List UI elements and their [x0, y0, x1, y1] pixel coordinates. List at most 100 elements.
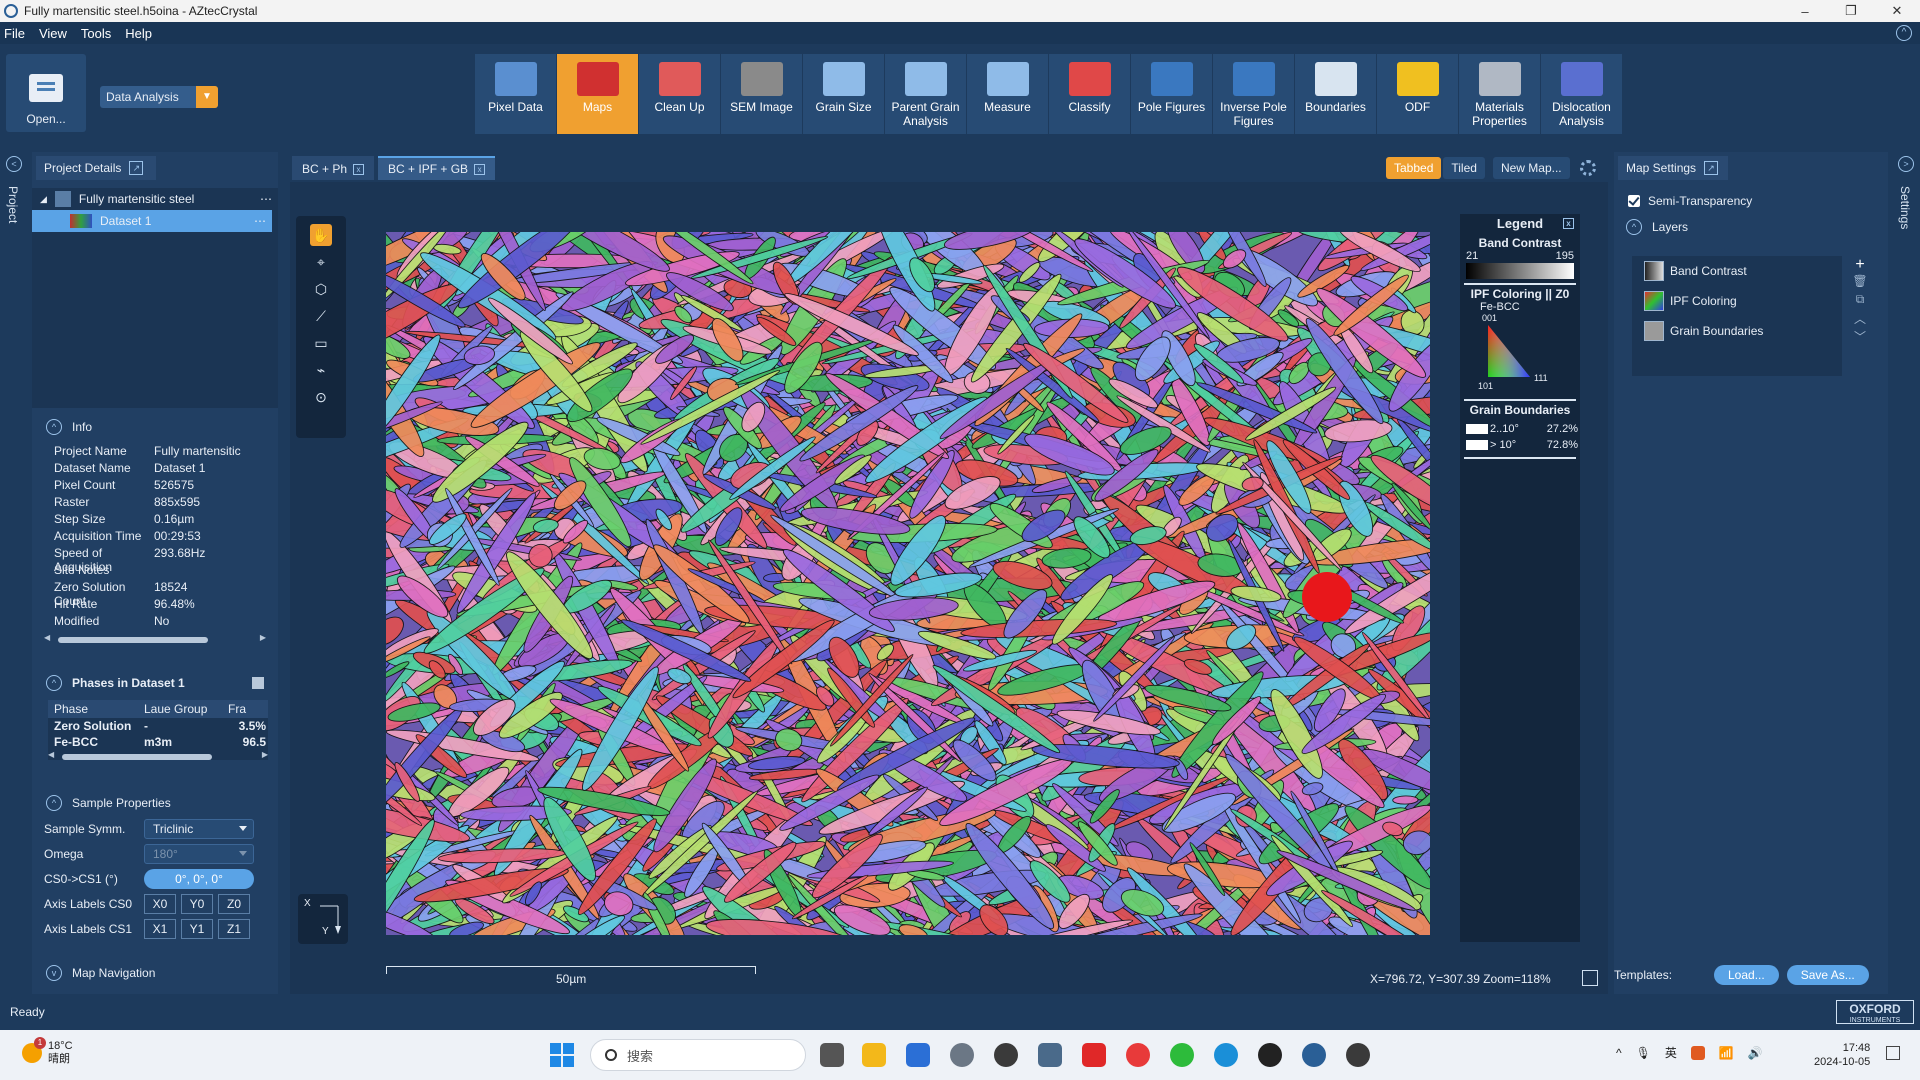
close-button[interactable]: ✕ — [1874, 0, 1920, 22]
collapse-right-icon[interactable]: > — [1898, 156, 1914, 172]
delete-layer-icon[interactable]: 🗑 — [1850, 274, 1870, 292]
task-view-icon[interactable] — [820, 1043, 844, 1067]
duplicate-layer-icon[interactable]: ⧉ — [1850, 292, 1870, 310]
aztec-crystal-taskbar-icon[interactable] — [1302, 1043, 1326, 1067]
tool-boundaries-button[interactable]: Boundaries — [1295, 54, 1377, 134]
windows-start-icon[interactable] — [550, 1043, 574, 1067]
axis-z0-field[interactable]: Z0 — [218, 893, 250, 914]
menu-help[interactable]: Help — [125, 26, 152, 41]
tool-measure-button[interactable]: Measure — [967, 54, 1049, 134]
wechat-icon[interactable] — [1170, 1043, 1194, 1067]
tab-bc-ph[interactable]: BC + Ph x — [292, 156, 375, 180]
list-item[interactable]: Band Contrast — [1632, 256, 1842, 286]
tool-pixel-data-button[interactable]: Pixel Data — [475, 54, 557, 134]
app-icon-red[interactable] — [1082, 1043, 1106, 1067]
move-down-icon[interactable]: ﹀ — [1850, 328, 1870, 346]
save-as-template-button[interactable]: Save As... — [1786, 965, 1869, 985]
rectangle-select-icon[interactable]: ▭ — [310, 332, 332, 354]
project-details-tab[interactable]: Project Details ↗ — [36, 156, 156, 180]
tool-dislocation-analysis-button[interactable]: Dislocation Analysis — [1541, 54, 1623, 134]
table-row[interactable]: Zero Solution - 3.5% — [48, 718, 268, 734]
table-row[interactable]: Fe-BCC m3m 96.5 — [48, 734, 268, 750]
file-explorer-icon[interactable] — [862, 1043, 886, 1067]
col-laue-group[interactable]: Laue Group — [138, 702, 228, 716]
tool-clean-up-button[interactable]: Clean Up — [639, 54, 721, 134]
semi-transparency-checkbox[interactable] — [1628, 195, 1640, 207]
tab-bc-ipf-gb[interactable]: BC + IPF + GB x — [378, 156, 496, 180]
chevron-down-icon[interactable]: ▼ — [196, 86, 218, 108]
notifications-icon[interactable] — [1886, 1046, 1900, 1060]
weather-widget[interactable]: 1 18°C 晴朗 — [22, 1037, 73, 1066]
phase-list-icon[interactable] — [252, 677, 264, 689]
maximize-button[interactable]: ❐ — [1828, 0, 1874, 22]
list-item[interactable]: IPF Coloring — [1632, 286, 1842, 316]
tool-pole-figures-button[interactable]: Pole Figures — [1131, 54, 1213, 134]
tool-materials-properties-button[interactable]: Materials Properties — [1459, 54, 1541, 134]
magic-wand-icon[interactable]: ⌁ — [310, 359, 332, 381]
microphone-icon[interactable]: 🎙 — [1636, 1046, 1651, 1060]
pan-hand-icon[interactable]: ✋ — [310, 224, 332, 246]
tree-dataset-row[interactable]: Dataset 1 ⋯ — [32, 210, 272, 232]
col-phase[interactable]: Phase — [48, 702, 138, 716]
system-clock[interactable]: 17:48 2024-10-05 — [1814, 1041, 1870, 1069]
collapse-chevron-icon[interactable]: ^ — [46, 419, 62, 435]
expand-chevron-icon[interactable]: v — [46, 965, 62, 981]
crosshair-icon[interactable]: ⌖ — [310, 251, 332, 273]
settings-side-tab[interactable]: Settings — [1898, 186, 1912, 229]
sample-symmetry-select[interactable]: Triclinic — [144, 818, 254, 839]
recorder-icon[interactable] — [1346, 1043, 1370, 1067]
polygon-select-icon[interactable]: ⬡ — [310, 278, 332, 300]
ebsd-map-image[interactable] — [386, 232, 1430, 935]
axis-x1-field[interactable]: X1 — [144, 918, 176, 939]
semi-transparency-row[interactable]: Semi-Transparency — [1628, 194, 1888, 208]
qq-icon[interactable] — [1258, 1043, 1282, 1067]
tool-sem-image-button[interactable]: SEM Image — [721, 54, 803, 134]
close-legend-icon[interactable]: x — [1563, 218, 1574, 229]
volume-icon[interactable]: 🔊 — [1748, 1046, 1763, 1060]
close-tab-icon[interactable]: x — [474, 163, 486, 175]
collapse-chevron-icon[interactable]: ^ — [46, 795, 62, 811]
tool-inverse-pole-figures-button[interactable]: Inverse Pole Figures — [1213, 54, 1295, 134]
project-side-tab[interactable]: Project — [6, 186, 20, 223]
minimize-button[interactable]: – — [1782, 0, 1828, 22]
tiled-button[interactable]: Tiled — [1443, 157, 1485, 179]
phases-header[interactable]: ^ Phases in Dataset 1 — [32, 670, 278, 696]
dataset-more-options-icon[interactable]: ⋯ — [254, 214, 266, 228]
collapse-left-icon[interactable]: < — [6, 156, 22, 172]
edge-browser-icon[interactable] — [1214, 1043, 1238, 1067]
info-header[interactable]: ^ Info — [32, 414, 278, 440]
tool-grain-size-button[interactable]: Grain Size — [803, 54, 885, 134]
line-profile-icon[interactable]: ⟋ — [310, 305, 332, 327]
sample-properties-header[interactable]: ^ Sample Properties — [32, 790, 278, 816]
close-tab-icon[interactable]: x — [353, 163, 365, 175]
taskbar-search[interactable]: 搜索 — [590, 1039, 806, 1071]
tree-project-row[interactable]: ◢ Fully martensitic steel ⋯ — [32, 188, 278, 210]
cs-rotation-button[interactable]: 0°, 0°, 0° — [144, 868, 254, 889]
tray-app-icon[interactable] — [1690, 1045, 1705, 1060]
settings-app-icon[interactable] — [950, 1043, 974, 1067]
axis-x0-field[interactable]: X0 — [144, 893, 176, 914]
menu-file[interactable]: File — [4, 26, 25, 41]
zoom-select-icon[interactable]: ⊙ — [310, 386, 332, 408]
tool-classify-button[interactable]: Classify — [1049, 54, 1131, 134]
gear-icon[interactable] — [1580, 160, 1596, 176]
popout-icon[interactable]: ↗ — [1704, 161, 1719, 175]
calculator-icon[interactable] — [1038, 1043, 1062, 1067]
move-up-icon[interactable]: ︿ — [1850, 310, 1870, 328]
menu-view[interactable]: View — [39, 26, 67, 41]
collapse-chevron-icon[interactable]: ^ — [1626, 219, 1642, 235]
axis-y0-field[interactable]: Y0 — [181, 893, 213, 914]
expand-triangle-icon[interactable]: ◢ — [40, 194, 47, 205]
wifi-icon[interactable]: 📶 — [1719, 1046, 1734, 1060]
mode-dropdown[interactable]: Data Analysis ▼ — [100, 86, 218, 108]
help-circle-icon[interactable]: ^ — [1896, 25, 1912, 41]
map-settings-tab[interactable]: Map Settings ↗ — [1618, 156, 1728, 180]
netease-music-icon[interactable] — [1126, 1043, 1150, 1067]
menu-tools[interactable]: Tools — [81, 26, 111, 41]
map-navigation-header[interactable]: v Map Navigation — [32, 960, 278, 986]
list-item[interactable]: Grain Boundaries — [1632, 316, 1842, 346]
add-layer-icon[interactable]: + — [1850, 256, 1870, 274]
app-icon-dark[interactable] — [994, 1043, 1018, 1067]
axis-z1-field[interactable]: Z1 — [218, 918, 250, 939]
tray-expand-icon[interactable]: ^ — [1616, 1046, 1622, 1060]
